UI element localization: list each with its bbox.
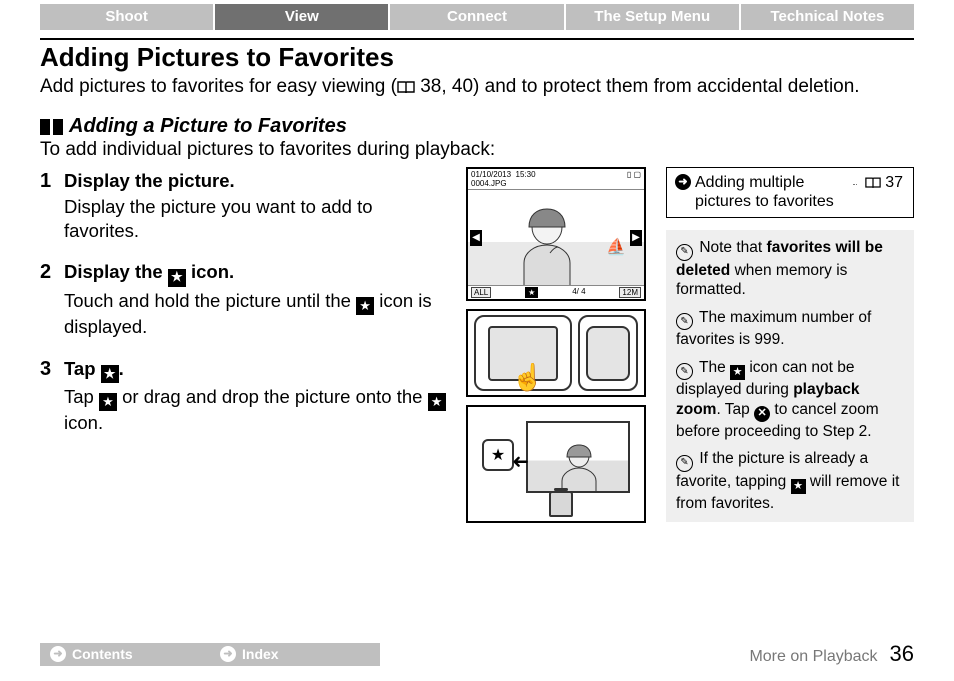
page-title: Adding Pictures to Favorites bbox=[40, 38, 914, 73]
step-3-title: Tap ★. bbox=[64, 358, 124, 379]
note-1-pre: Note that bbox=[699, 239, 766, 256]
lcd-count: 4/ 4 bbox=[572, 287, 585, 298]
drag-thumbnail bbox=[526, 421, 630, 493]
step-2: 2 Display the ★ icon. Touch and hold the… bbox=[40, 260, 446, 338]
star-icon: ★ bbox=[101, 365, 119, 383]
step-1-number: 1 bbox=[40, 169, 56, 242]
sub-heading: Adding a Picture to Favorites bbox=[40, 115, 914, 138]
step-1-title: Display the picture. bbox=[64, 170, 235, 191]
pencil-icon: ✎ bbox=[676, 455, 693, 472]
pencil-icon: ✎ bbox=[676, 313, 693, 330]
step-2-body-pre: Touch and hold the picture until the bbox=[64, 290, 356, 311]
note-2: ✎ The maximum number of favorites is 999… bbox=[676, 308, 904, 350]
battery-icon: ▯ ▢ bbox=[627, 170, 641, 188]
step-1: 1 Display the picture. Display the pictu… bbox=[40, 169, 446, 242]
footer-contents-label: Contents bbox=[72, 646, 133, 662]
lcd-date: 01/10/2013 bbox=[471, 170, 511, 179]
xref-text: Adding multiple pictures to favorites bbox=[695, 174, 845, 211]
step-2-body: Touch and hold the picture until the ★ i… bbox=[64, 289, 446, 339]
notes-panel: ✎ Note that favorites will be deleted wh… bbox=[666, 230, 914, 522]
arrow-circle-icon: ➜ bbox=[50, 646, 66, 662]
sub-heading-text: Adding a Picture to Favorites bbox=[69, 115, 347, 138]
note-2-text: The maximum number of favorites is 999. bbox=[676, 309, 871, 349]
intro-text: Add pictures to favorites for easy viewi… bbox=[40, 75, 914, 101]
lcd-star-chip: ★ bbox=[525, 287, 538, 298]
illustration-touch-hold: ☝ bbox=[466, 309, 646, 397]
heading-bars-icon bbox=[40, 119, 63, 135]
sidebar-column: ➜ Adding multiple pictures to favorites … bbox=[666, 167, 914, 523]
step-3-title-post: . bbox=[119, 358, 124, 379]
note-3-post1: . Tap bbox=[716, 401, 754, 418]
sub-intro: To add individual pictures to favorites … bbox=[40, 139, 914, 161]
footer-section: More on Playback bbox=[749, 648, 877, 666]
hand-icon: ☝ bbox=[512, 362, 544, 393]
cancel-icon: ✕ bbox=[754, 406, 770, 422]
step-3-body: Tap ★ or drag and drop the picture onto … bbox=[64, 385, 446, 435]
step-2-title-pre: Display the bbox=[64, 261, 168, 282]
xref-page: 37 bbox=[865, 174, 903, 194]
tab-setup-menu[interactable]: The Setup Menu bbox=[566, 4, 739, 30]
xref-page-num: 37 bbox=[881, 174, 903, 191]
star-icon: ★ bbox=[356, 297, 374, 315]
step-3-number: 3 bbox=[40, 357, 56, 435]
step-3-body-mid: or drag and drop the picture onto the bbox=[117, 386, 428, 407]
tab-shoot[interactable]: Shoot bbox=[40, 4, 213, 30]
lcd-size-chip: 12M bbox=[619, 287, 641, 298]
footer-right: More on Playback 36 bbox=[749, 641, 914, 667]
footer-index-button[interactable]: ➜ Index bbox=[210, 643, 380, 666]
step-2-title: Display the ★ icon. bbox=[64, 261, 234, 282]
step-3: 3 Tap ★. Tap ★ or drag and drop the pict… bbox=[40, 357, 446, 435]
pencil-icon: ✎ bbox=[676, 363, 693, 380]
step-3-body-pre: Tap bbox=[64, 386, 99, 407]
note-3: ✎ The ★ icon can not be displayed during… bbox=[676, 358, 904, 441]
pencil-icon: ✎ bbox=[676, 244, 693, 261]
trash-icon bbox=[549, 491, 573, 517]
intro-pre: Add pictures to favorites for easy viewi… bbox=[40, 76, 397, 97]
book-icon bbox=[865, 176, 881, 194]
tab-connect[interactable]: Connect bbox=[390, 4, 563, 30]
star-icon: ★ bbox=[99, 393, 117, 411]
lcd-all-chip: ALL bbox=[471, 287, 491, 298]
drag-star-target: ★ bbox=[482, 439, 514, 471]
star-icon: ★ bbox=[428, 393, 446, 411]
star-icon: ★ bbox=[168, 269, 186, 287]
lcd-prev-icon: ◀ bbox=[470, 230, 482, 246]
step-2-number: 2 bbox=[40, 260, 56, 338]
note-1: ✎ Note that favorites will be deleted wh… bbox=[676, 238, 904, 300]
step-1-body: Display the picture you want to add to f… bbox=[64, 195, 446, 242]
illustrations-column: 01/10/2013 15:300004.JPG ▯ ▢ ⛵ ◀ ▶ bbox=[466, 167, 646, 523]
intro-refs: 38, 40 bbox=[415, 76, 473, 97]
note-3-pre: The bbox=[699, 359, 730, 376]
step-3-body-post: icon. bbox=[64, 412, 103, 433]
star-icon: ★ bbox=[730, 365, 745, 380]
intro-post: ) and to protect them from accidental de… bbox=[473, 76, 860, 97]
tab-view[interactable]: View bbox=[215, 4, 388, 30]
note-4: ✎ If the picture is already a favorite, … bbox=[676, 449, 904, 514]
arrow-circle-icon: ➜ bbox=[220, 646, 236, 662]
footer-contents-button[interactable]: ➜ Contents bbox=[40, 643, 210, 666]
book-icon bbox=[397, 77, 415, 101]
footer: ➜ Contents ➜ Index More on Playback 36 bbox=[40, 641, 914, 667]
step-3-title-pre: Tap bbox=[64, 358, 101, 379]
star-icon: ★ bbox=[491, 445, 505, 465]
footer-links: ➜ Contents ➜ Index bbox=[40, 643, 380, 666]
lcd-file: 0004.JPG bbox=[471, 179, 507, 188]
lcd-next-icon: ▶ bbox=[630, 230, 642, 246]
arrow-circle-icon: ➜ bbox=[675, 174, 691, 190]
lcd-time: 15:30 bbox=[516, 170, 536, 179]
footer-index-label: Index bbox=[242, 646, 279, 662]
xref-box[interactable]: ➜ Adding multiple pictures to favorites … bbox=[666, 167, 914, 218]
tab-technical-notes[interactable]: Technical Notes bbox=[741, 4, 914, 30]
drag-arrow-icon: ➜ bbox=[512, 449, 529, 474]
xref-leader-dots bbox=[853, 184, 857, 185]
step-2-title-post: icon. bbox=[186, 261, 234, 282]
illustration-drag-to-star: ★ ➜ bbox=[466, 405, 646, 523]
footer-page-number: 36 bbox=[890, 641, 914, 667]
star-icon: ★ bbox=[791, 479, 806, 494]
illustration-playback-screen: 01/10/2013 15:300004.JPG ▯ ▢ ⛵ ◀ ▶ bbox=[466, 167, 646, 301]
steps-column: 1 Display the picture. Display the pictu… bbox=[40, 167, 446, 523]
top-tabs: Shoot View Connect The Setup Menu Techni… bbox=[40, 4, 914, 30]
